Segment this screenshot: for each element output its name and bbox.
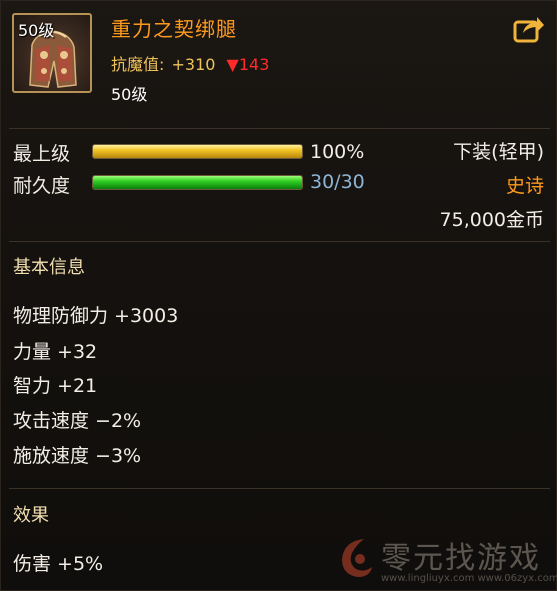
attribute-line: 攻击速度 −2% bbox=[13, 410, 142, 432]
watermark: 零元找游戏 www.lingliuyx.com www.06zyx.com bbox=[334, 533, 557, 588]
attribute-line: 施放速度 −3% bbox=[13, 445, 142, 467]
watermark-url: www.lingliuyx.com www.06zyx.com bbox=[381, 573, 557, 584]
grade-label: 最上级 bbox=[13, 143, 71, 165]
watermark-text: 零元找游戏 bbox=[381, 541, 541, 576]
attribute-line: 力量 +32 bbox=[13, 341, 98, 363]
required-level: 50级 bbox=[111, 85, 148, 104]
magic-resist-value: +310 bbox=[171, 55, 216, 74]
effect-line: 伤害 +5% bbox=[13, 553, 104, 575]
magic-resist-diff: ▼143 bbox=[226, 55, 270, 74]
effects-title: 效果 bbox=[13, 505, 49, 526]
attribute-line: 物理防御力 +3003 bbox=[13, 305, 179, 327]
item-level-tag: 50级 bbox=[18, 21, 55, 40]
divider bbox=[9, 241, 550, 242]
price: 75,000金币 bbox=[439, 209, 544, 231]
durability-bar bbox=[92, 175, 303, 190]
rarity-label: 史诗 bbox=[505, 175, 544, 197]
grade-bar bbox=[92, 144, 303, 159]
grade-value: 100% bbox=[310, 141, 365, 163]
durability-bar-fill bbox=[93, 176, 302, 189]
share-icon[interactable] bbox=[513, 15, 545, 43]
magic-resist-label: 抗魔值: bbox=[111, 55, 165, 74]
item-name: 重力之契绑腿 bbox=[111, 17, 237, 41]
magic-resist-row: 抗魔值: +310 ▼143 bbox=[111, 51, 269, 75]
durability-value: 30/30 bbox=[310, 171, 365, 193]
durability-label: 耐久度 bbox=[13, 175, 71, 197]
watermark-logo-icon bbox=[342, 539, 372, 577]
attribute-line: 智力 +21 bbox=[13, 375, 98, 397]
divider bbox=[9, 128, 550, 129]
divider bbox=[9, 488, 550, 489]
item-tooltip-panel: 50级 重力之契绑腿 抗魔值: +310 ▼143 50级 最上级 100% 下… bbox=[0, 0, 557, 591]
item-icon-leggings[interactable]: 50级 bbox=[12, 13, 92, 93]
basic-info-title: 基本信息 bbox=[13, 257, 85, 278]
grade-bar-fill bbox=[93, 145, 302, 158]
slot-type: 下装(轻甲) bbox=[453, 141, 544, 163]
